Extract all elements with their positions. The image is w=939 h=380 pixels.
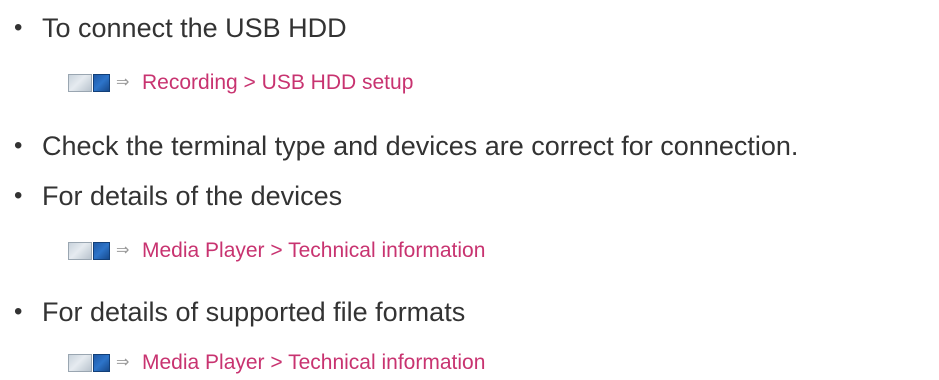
link-recording-usb-hdd-setup[interactable]: ⇒ Recording > USB HDD setup (68, 68, 413, 98)
link-media-player-technical-info-1[interactable]: ⇒ Media Player > Technical information (68, 236, 485, 266)
link-text[interactable]: Media Player > Technical information (142, 348, 485, 378)
bullet-text: For details of the devices (42, 181, 343, 211)
link-media-player-technical-info-2[interactable]: ⇒ Media Player > Technical information (68, 348, 485, 378)
bullet-icon: • (14, 14, 23, 41)
bullet-icon: • (14, 182, 23, 209)
link-text[interactable]: Media Player > Technical information (142, 236, 485, 266)
arrow-right-icon: ⇒ (116, 354, 130, 371)
arrow-right-icon: ⇒ (116, 242, 130, 259)
bullet-text: To connect the USB HDD (42, 13, 347, 43)
bullet-icon: • (14, 132, 23, 159)
tv-menu-icon (68, 353, 110, 373)
bullet-item-check-terminal: • Check the terminal type and devices ar… (14, 126, 798, 166)
link-text[interactable]: Recording > USB HDD setup (142, 68, 413, 98)
tv-menu-icon (68, 241, 110, 261)
bullet-text: For details of supported file formats (42, 297, 466, 327)
tv-menu-icon (68, 73, 110, 93)
bullet-item-file-formats: • For details of supported file formats (14, 292, 465, 332)
arrow-right-icon: ⇒ (116, 74, 130, 91)
bullet-item-connect-usb-hdd: • To connect the USB HDD (14, 8, 347, 48)
bullet-item-device-details: • For details of the devices (14, 176, 342, 216)
bullet-icon: • (14, 298, 23, 325)
bullet-text: Check the terminal type and devices are … (42, 131, 799, 161)
